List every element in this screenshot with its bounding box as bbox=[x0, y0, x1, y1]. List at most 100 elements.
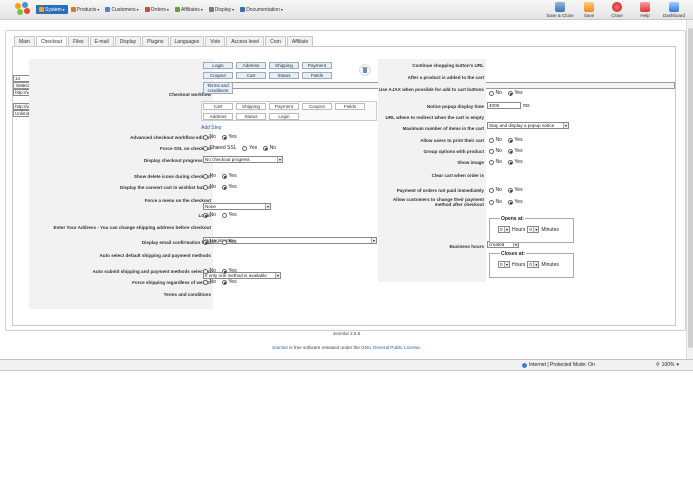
tab-files[interactable]: Files bbox=[67, 36, 89, 46]
group-options-yes-label: Yes bbox=[514, 148, 523, 154]
workflow-step-payment[interactable]: Payment bbox=[269, 103, 299, 110]
force-shipping-yes-radio[interactable] bbox=[221, 279, 227, 285]
force-shipping-no-radio[interactable] bbox=[203, 279, 208, 285]
ssl-yes-radio[interactable] bbox=[242, 145, 248, 151]
menu-system[interactable]: System ▾ bbox=[36, 5, 68, 14]
edition-no-radio[interactable] bbox=[203, 134, 208, 140]
after-add-select[interactable]: Stay and display a popup notice ▼ bbox=[487, 122, 569, 129]
dashboard-button[interactable]: Dashboard bbox=[659, 0, 689, 20]
tab-access-level[interactable]: Access level bbox=[226, 36, 265, 46]
group-options-yes-radio[interactable] bbox=[507, 148, 513, 154]
delete-icons-no-radio[interactable] bbox=[203, 173, 208, 179]
save-close-icon bbox=[555, 2, 565, 12]
ssl-shared-radio[interactable] bbox=[203, 145, 208, 151]
scrollbar-thumb[interactable] bbox=[688, 28, 693, 348]
menu-documentation[interactable]: Documentation ▾ bbox=[237, 5, 286, 14]
workflow-chip-address[interactable]: Address bbox=[236, 62, 266, 69]
workflow-chip-terms[interactable]: Terms and conditions bbox=[203, 82, 233, 94]
save-close-button[interactable]: Save & Close bbox=[545, 0, 575, 20]
group-options-no-radio[interactable] bbox=[489, 148, 494, 154]
auto-submit-yes-radio[interactable] bbox=[221, 268, 227, 274]
ssl-yes-label: Yes bbox=[248, 145, 258, 151]
workflow-step-coupon[interactable]: Coupon bbox=[302, 103, 332, 110]
add-step-link[interactable]: Add Step bbox=[201, 125, 222, 131]
security-zone[interactable]: Internet | Protected Mode: On bbox=[522, 362, 595, 368]
progress-bar-select[interactable]: No checkout progress ▼ bbox=[203, 156, 283, 163]
login-no-radio[interactable] bbox=[203, 212, 208, 218]
tab-display[interactable]: Display bbox=[114, 36, 142, 46]
convert-cart-label: Display the convert cart in wishlist but… bbox=[119, 185, 211, 190]
workflow-step-cart[interactable]: Cart bbox=[203, 103, 233, 110]
auto-submit-no-radio[interactable] bbox=[203, 268, 208, 274]
close-button[interactable]: Close bbox=[603, 0, 631, 20]
allow-change-no-radio[interactable] bbox=[489, 199, 494, 205]
users-icon bbox=[105, 7, 111, 12]
menu-display[interactable]: Display ▾ bbox=[206, 5, 237, 14]
convert-cart-yes-radio[interactable] bbox=[221, 184, 227, 190]
tab-main[interactable]: Main bbox=[14, 36, 35, 46]
workflow-chip-payment[interactable]: Payment bbox=[302, 62, 332, 69]
ajax-yes-radio[interactable] bbox=[507, 90, 513, 96]
payment-unpaid-no-radio[interactable] bbox=[489, 187, 494, 193]
payment-unpaid-yes-radio[interactable] bbox=[507, 187, 513, 193]
convert-cart-no-radio[interactable] bbox=[203, 184, 208, 190]
ssl-label: Force SSL on checkout bbox=[160, 146, 211, 151]
print-cart-options: No Yes bbox=[489, 137, 527, 143]
menu-products[interactable]: Products ▾ bbox=[68, 5, 103, 14]
popup-time-input[interactable]: 4000 bbox=[487, 102, 521, 109]
workflow-chip-cart[interactable]: Cart bbox=[236, 72, 266, 79]
workflow-chip-shipping[interactable]: Shipping bbox=[269, 62, 299, 69]
checkout-workflow-label: Checkout workflow bbox=[168, 92, 211, 97]
workflow-step-login[interactable]: Login bbox=[269, 113, 299, 120]
workflow-chip-status[interactable]: Status bbox=[269, 72, 299, 79]
help-label: Help bbox=[640, 13, 650, 18]
workflow-chip-coupon[interactable]: Coupon bbox=[203, 72, 233, 79]
tab-cron[interactable]: Cron bbox=[265, 36, 286, 46]
menu-affiliates[interactable]: Affiliates ▾ bbox=[172, 5, 206, 14]
tab-email[interactable]: E-mail bbox=[89, 36, 114, 46]
force-menu-select[interactable]: None ▼ bbox=[203, 203, 271, 210]
workflow-step-status[interactable]: Status bbox=[236, 113, 266, 120]
zoom-control[interactable]: ⚲ 100% ▾ bbox=[656, 362, 679, 368]
ssl-no-radio[interactable] bbox=[263, 145, 269, 151]
workflow-chip-login[interactable]: Login bbox=[203, 62, 233, 69]
tab-affiliate[interactable]: Affiliate bbox=[286, 36, 314, 46]
menu-orders[interactable]: Orders ▾ bbox=[142, 5, 172, 14]
menu-customers[interactable]: Customers ▾ bbox=[102, 5, 141, 14]
workflow-chip-fields[interactable]: Fields bbox=[302, 72, 332, 79]
show-image-no-radio[interactable] bbox=[489, 159, 494, 165]
gpl-link[interactable]: GNU General Public License bbox=[361, 345, 420, 350]
help-button[interactable]: Help bbox=[631, 0, 659, 20]
edition-yes-radio[interactable] bbox=[221, 134, 227, 140]
delete-icons-yes-radio[interactable] bbox=[221, 173, 227, 179]
close-minutes-select[interactable]: 0 ▼ bbox=[527, 261, 540, 268]
ajax-no-radio[interactable] bbox=[489, 90, 494, 96]
open-minutes-label: Minutes bbox=[541, 226, 559, 233]
close-hours-select[interactable]: 0 ▼ bbox=[498, 261, 510, 268]
open-hours-select[interactable]: 0 ▼ bbox=[498, 226, 510, 233]
workflow-step-address[interactable]: Address bbox=[203, 113, 233, 120]
dashboard-icon bbox=[669, 2, 679, 12]
tab-plugins[interactable]: Plugins bbox=[142, 36, 169, 46]
tab-vote[interactable]: Vote bbox=[205, 36, 226, 46]
save-button[interactable]: Save bbox=[575, 0, 603, 20]
login-yes-radio[interactable] bbox=[221, 212, 227, 218]
force-shipping-label: Force shipping regardless of weight bbox=[132, 280, 211, 285]
open-minutes-select[interactable]: 0 ▼ bbox=[527, 226, 540, 233]
show-image-yes-radio[interactable] bbox=[507, 159, 513, 165]
force-menu-label: Force a menu on the checkout bbox=[144, 198, 211, 203]
tab-languages[interactable]: Languages bbox=[169, 36, 205, 46]
print-cart-yes-radio[interactable] bbox=[507, 137, 513, 143]
workflow-step-fields[interactable]: Fields bbox=[335, 103, 365, 110]
trash-icon[interactable] bbox=[359, 64, 371, 76]
allow-change-yes-radio[interactable] bbox=[507, 199, 513, 205]
email-confirm-no-radio[interactable] bbox=[203, 239, 208, 245]
workflow-step-shipping[interactable]: Shipping bbox=[236, 103, 266, 110]
joomla-link[interactable]: Joomla! bbox=[272, 345, 288, 350]
opens-at-legend: Opens at: bbox=[500, 216, 526, 222]
joomla-logo-icon[interactable] bbox=[12, 1, 32, 15]
page-scrollbar[interactable] bbox=[686, 20, 693, 359]
print-cart-no-radio[interactable] bbox=[489, 137, 494, 143]
edition-options: No Yes bbox=[203, 134, 241, 140]
email-confirm-yes-radio[interactable] bbox=[221, 239, 227, 245]
